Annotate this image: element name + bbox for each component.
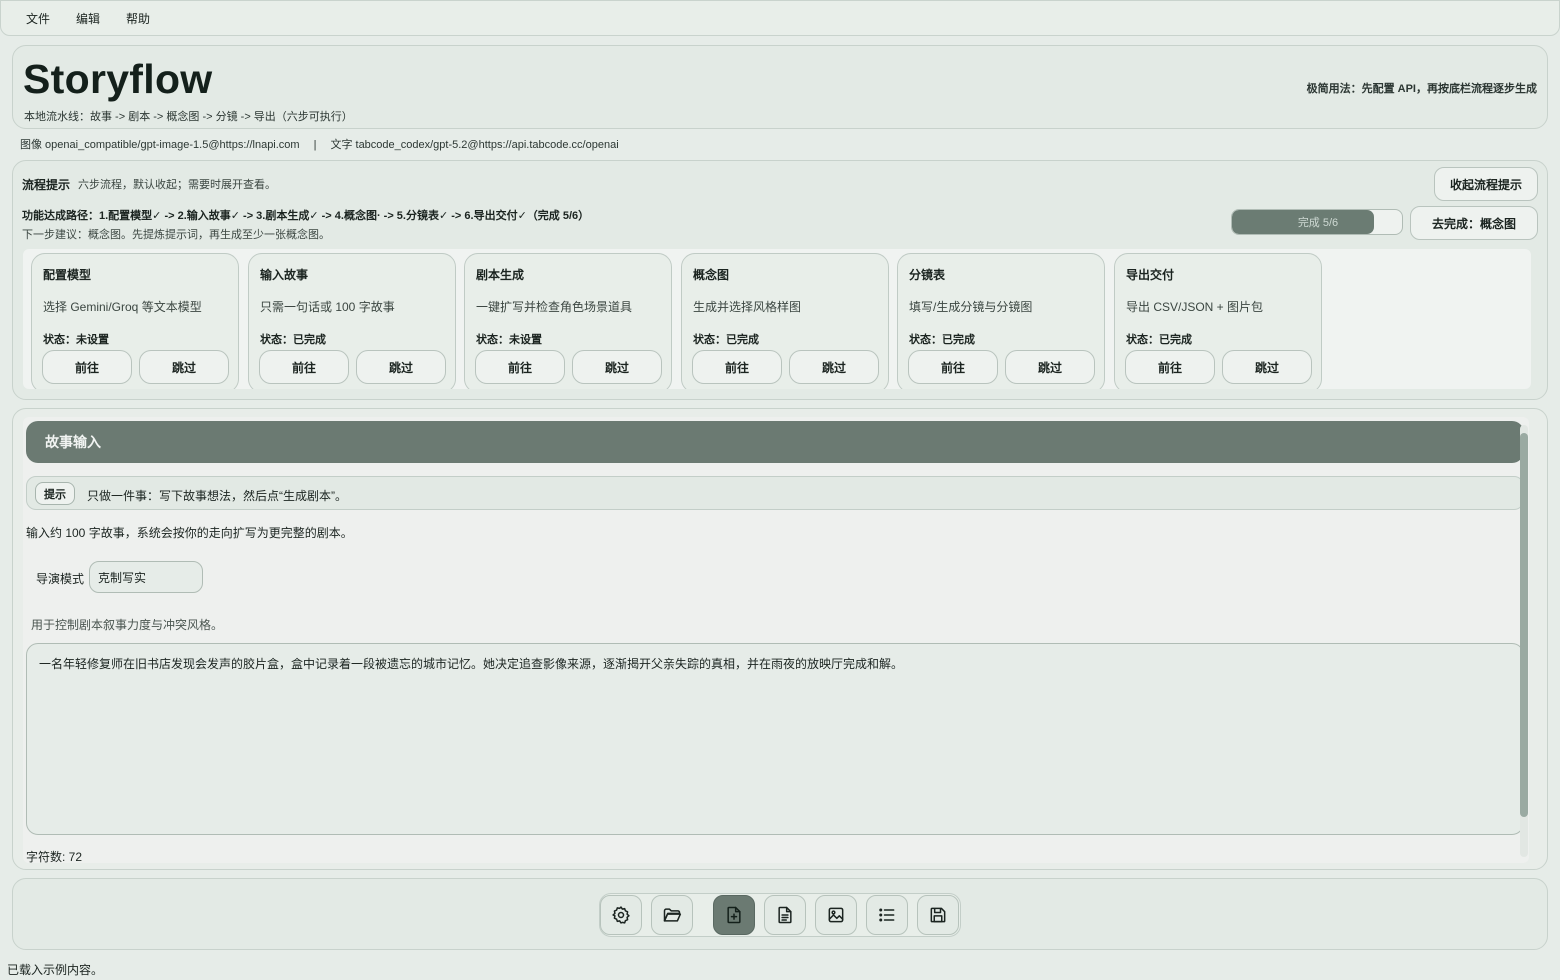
quick-tip: 极简用法：先配置 API，再按底栏流程逐步生成 (1306, 83, 1537, 95)
step-status: 状态：已完成 (909, 334, 975, 346)
menu-file[interactable]: 文件 (13, 10, 63, 27)
script-button[interactable] (764, 895, 806, 935)
step-skip-button[interactable]: 跳过 (1005, 350, 1095, 384)
director-mode-label: 导演模式 (36, 572, 85, 586)
step-card-concept: 概念图 生成并选择风格样图 状态：已完成 前往 跳过 (681, 253, 889, 389)
step-desc: 填写/生成分镜与分镜图 (909, 300, 1033, 314)
bottom-panel (12, 878, 1548, 950)
step-status: 状态：已完成 (693, 334, 759, 346)
new-story-button[interactable] (713, 895, 755, 935)
app-title: Storyflow (23, 56, 213, 102)
step-card-export: 导出交付 导出 CSV/JSON + 图片包 状态：已完成 前往 跳过 (1114, 253, 1322, 389)
step-status: 状态：未设置 (43, 334, 109, 346)
image-model-label: 图像 openai_compatible/gpt-image-1.5@https… (20, 139, 300, 151)
progress-bar: 完成 5/6 (1231, 209, 1403, 235)
step-title: 输入故事 (260, 268, 309, 282)
step-go-button[interactable]: 前往 (42, 350, 132, 384)
step-go-button[interactable]: 前往 (692, 350, 782, 384)
save-button[interactable] (917, 895, 959, 935)
text-model-label: 文字 tabcode_codex/gpt-5.2@https://api.tab… (330, 139, 619, 151)
concept-image-button[interactable] (815, 895, 857, 935)
image-icon (828, 907, 844, 923)
step-card-script: 剧本生成 一键扩写并检查角色场景道具 状态：未设置 前往 跳过 (464, 253, 672, 389)
step-card-config: 配置模型 选择 Gemini/Groq 等文本模型 状态：未设置 前往 跳过 (31, 253, 239, 389)
step-card-storyboard: 分镜表 填写/生成分镜与分镜图 状态：已完成 前往 跳过 (897, 253, 1105, 389)
step-go-button[interactable]: 前往 (908, 350, 998, 384)
steps-area: 配置模型 选择 Gemini/Groq 等文本模型 状态：未设置 前往 跳过 输… (23, 249, 1531, 389)
step-title: 分镜表 (909, 268, 946, 282)
director-mode-select[interactable]: 克制写实 (89, 561, 203, 593)
step-title: 导出交付 (1126, 268, 1175, 282)
section-header: 故事输入 (26, 421, 1524, 463)
gear-icon (612, 906, 630, 924)
flow-title: 流程提示 (22, 178, 71, 192)
flow-path: 功能达成路径：1.配置模型✓ -> 2.输入故事✓ -> 3.剧本生成✓ -> … (22, 210, 590, 222)
step-status: 状态：未设置 (476, 334, 542, 346)
next-step-hint: 下一步建议：概念图。先提炼提示词，再生成至少一张概念图。 (22, 229, 330, 241)
char-count: 字符数: 72 (26, 850, 83, 864)
app-subtitle: 本地流水线：故事 -> 剧本 -> 概念图 -> 分镜 -> 导出（六步可执行） (24, 111, 353, 123)
story-panel-inner: 故事输入 提示 只做一件事：写下故事想法，然后点“生成剧本”。 输入约 100 … (23, 417, 1529, 864)
menu-edit[interactable]: 编辑 (63, 10, 113, 27)
story-panel: 故事输入 提示 只做一件事：写下故事想法，然后点“生成剧本”。 输入约 100 … (12, 408, 1548, 870)
document-icon (778, 906, 792, 924)
step-title: 配置模型 (43, 268, 92, 282)
menu-help[interactable]: 帮助 (113, 10, 163, 27)
step-desc: 选择 Gemini/Groq 等文本模型 (43, 300, 202, 314)
step-status: 状态：已完成 (1126, 334, 1192, 346)
settings-button[interactable] (600, 895, 642, 935)
hint-bar: 提示 只做一件事：写下故事想法，然后点“生成剧本”。 (26, 476, 1524, 510)
new-file-icon (727, 906, 741, 924)
header-panel: Storyflow 本地流水线：故事 -> 剧本 -> 概念图 -> 分镜 ->… (12, 45, 1548, 129)
open-button[interactable] (651, 895, 693, 935)
step-card-story: 输入故事 只需一句话或 100 字故事 状态：已完成 前往 跳过 (248, 253, 456, 389)
model-info-bar: 图像 openai_compatible/gpt-image-1.5@https… (20, 136, 619, 152)
menu-bar: 文件 编辑 帮助 (0, 0, 1560, 36)
scrollbar[interactable] (1520, 425, 1528, 857)
step-desc: 导出 CSV/JSON + 图片包 (1126, 300, 1264, 314)
step-status: 状态：已完成 (260, 334, 326, 346)
model-separator: | (313, 139, 317, 151)
step-desc: 一键扩写并检查角色场景道具 (476, 300, 633, 314)
step-title: 剧本生成 (476, 268, 525, 282)
scrollbar-thumb[interactable] (1520, 433, 1528, 817)
flow-panel: 流程提示 六步流程，默认收起；需要时展开查看。 收起流程提示 功能达成路径：1.… (12, 160, 1548, 400)
step-desc: 生成并选择风格样图 (693, 300, 802, 314)
hint-chip: 提示 (35, 482, 75, 505)
step-go-button[interactable]: 前往 (475, 350, 565, 384)
step-skip-button[interactable]: 跳过 (356, 350, 446, 384)
director-mode-help: 用于控制剧本叙事力度与冲突风格。 (31, 618, 224, 632)
story-textarea[interactable]: 一名年轻修复师在旧书店发现会发声的胶片盒，盒中记录着一段被遗忘的城市记忆。她决定… (26, 643, 1524, 835)
step-skip-button[interactable]: 跳过 (572, 350, 662, 384)
step-skip-button[interactable]: 跳过 (1222, 350, 1312, 384)
story-intro: 输入约 100 字故事，系统会按你的走向扩写为更完整的剧本。 (26, 526, 353, 540)
step-go-button[interactable]: 前往 (259, 350, 349, 384)
hint-text: 只做一件事：写下故事想法，然后点“生成剧本”。 (87, 489, 347, 503)
step-title: 概念图 (693, 268, 730, 282)
goto-incomplete-button[interactable]: 去完成：概念图 (1410, 206, 1538, 240)
storyboard-button[interactable] (866, 895, 908, 935)
step-skip-button[interactable]: 跳过 (789, 350, 879, 384)
save-icon (930, 907, 946, 923)
status-bar: 已载入示例内容。 (7, 963, 104, 977)
list-icon (879, 908, 895, 922)
step-go-button[interactable]: 前往 (1125, 350, 1215, 384)
step-desc: 只需一句话或 100 字故事 (260, 300, 395, 314)
collapse-flow-button[interactable]: 收起流程提示 (1434, 167, 1538, 201)
bottom-toolbar (599, 893, 961, 937)
folder-open-icon (663, 908, 682, 922)
progress-label: 完成 5/6 (1297, 217, 1339, 229)
step-skip-button[interactable]: 跳过 (139, 350, 229, 384)
flow-description: 六步流程，默认收起；需要时展开查看。 (78, 179, 276, 191)
